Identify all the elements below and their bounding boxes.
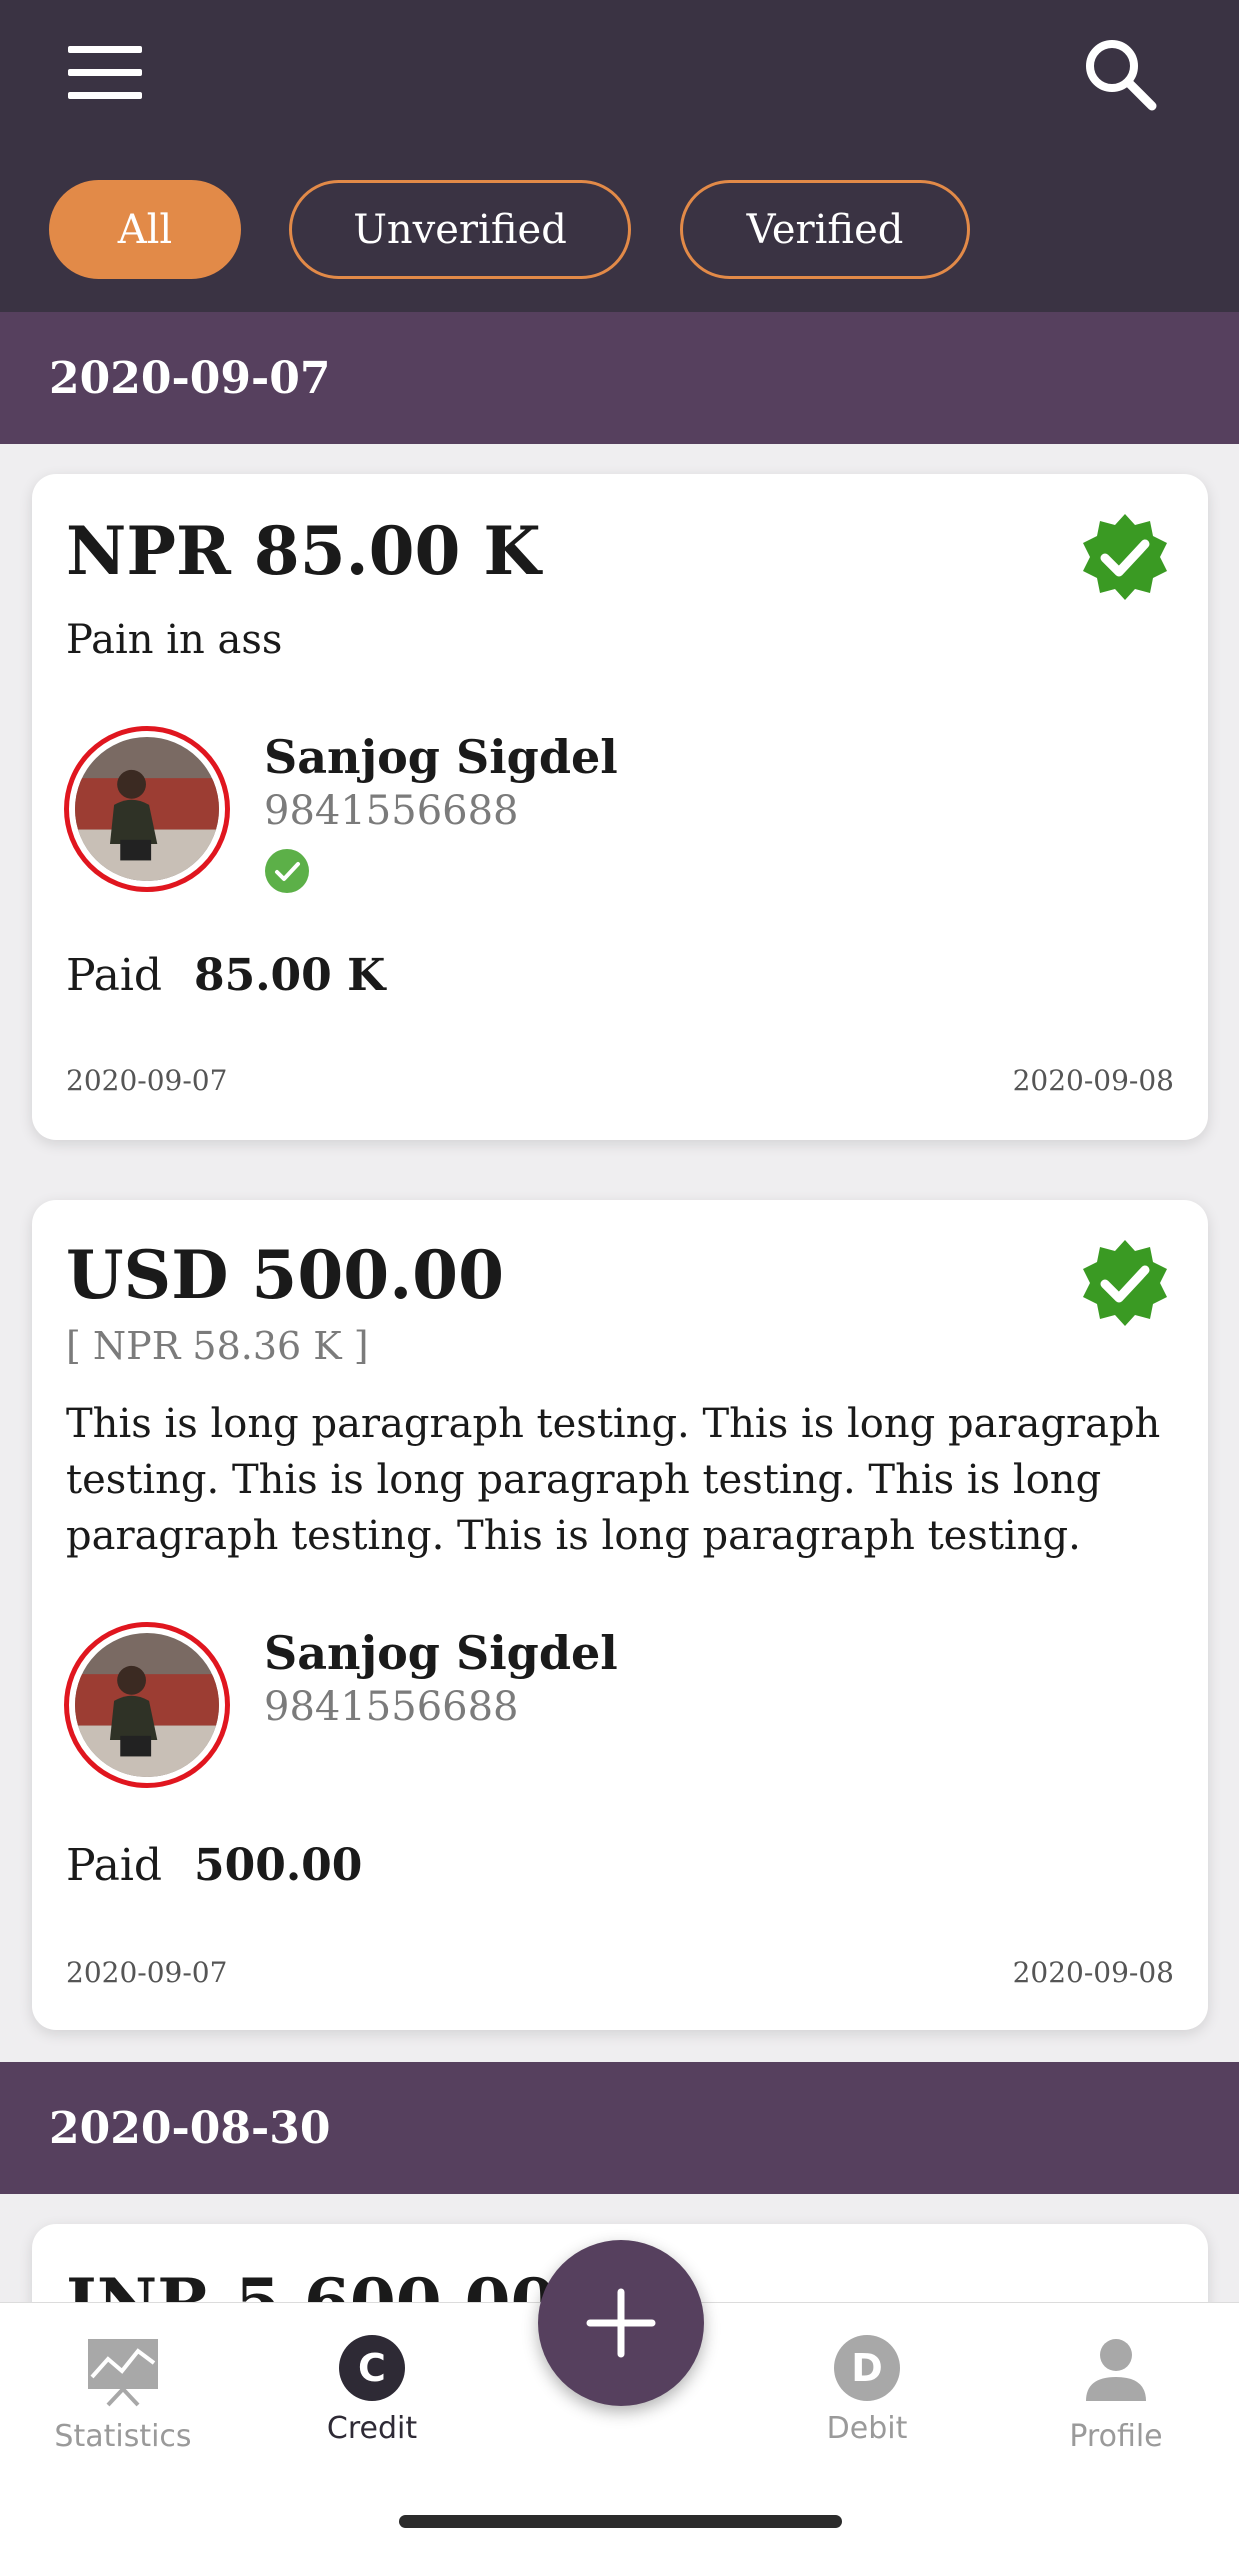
date-group-header: 2020-09-07 bbox=[0, 312, 1239, 444]
nav-profile[interactable]: Profile bbox=[1016, 2323, 1216, 2454]
filter-all-chip[interactable]: All bbox=[49, 180, 241, 279]
search-icon[interactable] bbox=[1082, 36, 1158, 112]
transaction-date: 2020-09-07 bbox=[66, 1064, 228, 1097]
top-app-bar: All Unverified Verified bbox=[0, 0, 1239, 312]
transaction-amount: NPR 85.00 K bbox=[66, 512, 541, 590]
chart-icon bbox=[88, 2339, 158, 2407]
nav-label: Statistics bbox=[54, 2419, 192, 2454]
due-date: 2020-09-08 bbox=[1012, 1956, 1174, 1989]
verified-badge-icon bbox=[1080, 512, 1170, 602]
person-phone: 9841556688 bbox=[264, 788, 519, 834]
converted-amount: [ NPR 58.36 K ] bbox=[66, 1324, 369, 1368]
person-phone: 9841556688 bbox=[264, 1684, 519, 1730]
nav-statistics[interactable]: Statistics bbox=[23, 2323, 223, 2454]
nav-label: Credit bbox=[326, 2411, 418, 2446]
person-name: Sanjog Sigdel bbox=[264, 1626, 618, 1680]
credit-c-icon: C bbox=[339, 2335, 405, 2401]
avatar[interactable] bbox=[64, 726, 230, 892]
verified-badge-icon bbox=[1080, 1238, 1170, 1328]
home-indicator[interactable] bbox=[399, 2515, 842, 2528]
transaction-card[interactable]: USD 500.00 [ NPR 58.36 K ] This is long … bbox=[32, 1200, 1208, 2030]
add-transaction-button[interactable] bbox=[538, 2240, 704, 2406]
nav-label: Profile bbox=[1069, 2419, 1163, 2454]
person-verified-check-icon bbox=[264, 848, 310, 894]
transaction-description: This is long paragraph testing. This is … bbox=[66, 1401, 1161, 1559]
transaction-card[interactable]: NPR 85.00 K Pain in ass Sanjog Sigdel 98… bbox=[32, 474, 1208, 1140]
transaction-amount: USD 500.00 bbox=[66, 1236, 505, 1314]
person-icon bbox=[1086, 2339, 1146, 2401]
nav-label: Debit bbox=[826, 2411, 908, 2446]
avatar[interactable] bbox=[64, 1622, 230, 1788]
filter-verified-chip[interactable]: Verified bbox=[680, 180, 970, 279]
filter-unverified-chip[interactable]: Unverified bbox=[289, 180, 631, 279]
due-date: 2020-09-08 bbox=[1012, 1064, 1174, 1097]
paid-value: 500.00 bbox=[194, 1840, 363, 1891]
debit-d-icon: D bbox=[834, 2335, 900, 2401]
person-name: Sanjog Sigdel bbox=[264, 730, 618, 784]
paid-value: 85.00 K bbox=[194, 950, 386, 1001]
transaction-date: 2020-09-07 bbox=[66, 1956, 228, 1989]
plus-icon bbox=[586, 2288, 656, 2358]
nav-credit[interactable]: C Credit bbox=[272, 2323, 472, 2446]
date-group-header: 2020-08-30 bbox=[0, 2062, 1239, 2194]
paid-label: Paid bbox=[66, 950, 163, 1001]
transaction-description: Pain in ass bbox=[66, 617, 283, 663]
hamburger-menu-icon[interactable] bbox=[66, 44, 146, 100]
paid-label: Paid bbox=[66, 1840, 163, 1891]
nav-debit[interactable]: D Debit bbox=[767, 2323, 967, 2446]
